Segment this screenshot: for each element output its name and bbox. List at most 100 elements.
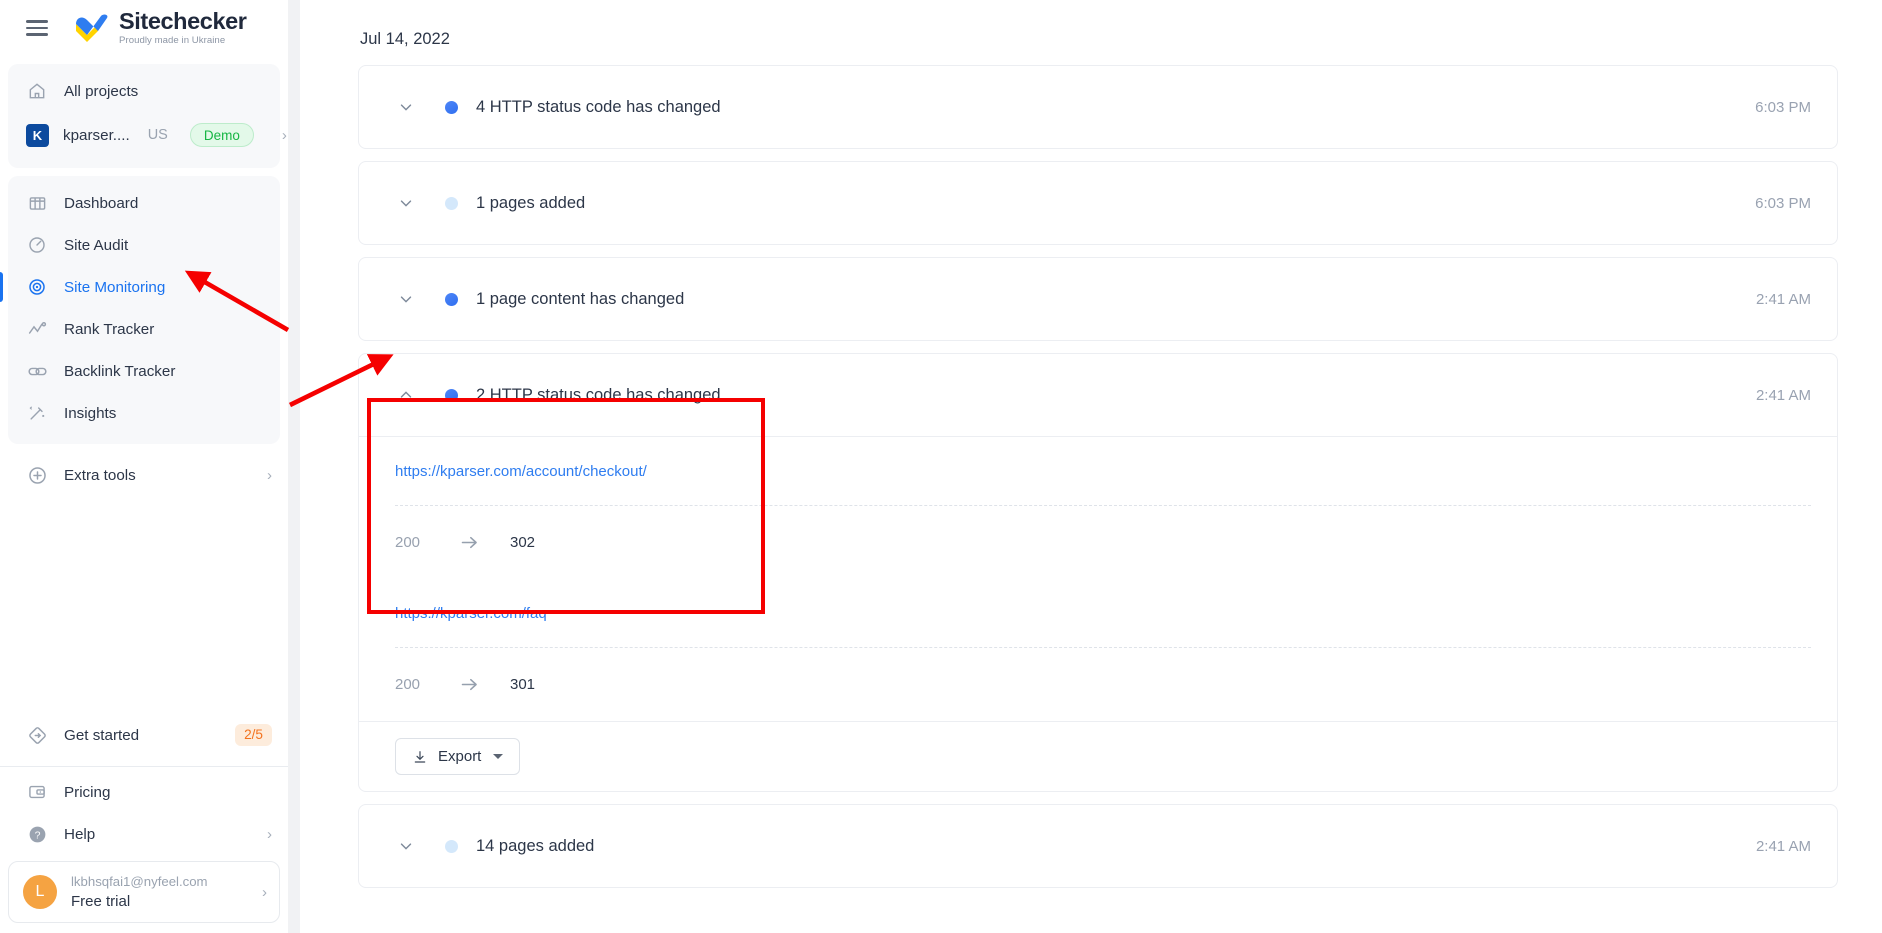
new-status-code: 302 — [510, 534, 536, 551]
chevron-down-icon[interactable] — [395, 290, 417, 308]
detail-url-link[interactable]: https://kparser.com/account/checkout/ — [395, 437, 1811, 505]
status-dot — [445, 388, 458, 402]
question-circle-icon: ? — [26, 823, 48, 845]
event-time: 2:41 AM — [1755, 386, 1811, 404]
event-row-header[interactable]: 4 HTTP status code has changed 6:03 PM — [359, 66, 1837, 148]
magic-wand-icon — [26, 402, 48, 424]
sidebar-item-label: Help — [64, 825, 96, 843]
sidebar-gap — [288, 0, 300, 933]
event-details: https://kparser.com/account/checkout/ 20… — [359, 436, 1837, 721]
sidebar-item-label: Rank Tracker — [64, 320, 155, 338]
project-country: US — [147, 127, 168, 143]
event-row-header[interactable]: 1 page content has changed 2:41 AM — [359, 258, 1837, 340]
app-root: Sitechecker Proudly made in Ukraine All … — [0, 0, 1882, 933]
export-button-label: Export — [438, 748, 482, 765]
event-row-header[interactable]: 1 pages added 6:03 PM — [359, 162, 1837, 244]
event-title: 1 page content has changed — [476, 289, 685, 308]
detail-item: https://kparser.com/faq 200 301 — [359, 579, 1811, 721]
arrow-right-icon — [459, 674, 480, 695]
logo-subtitle: Proudly made in Ukraine — [119, 35, 226, 47]
sidebar-item-label: Insights — [64, 404, 117, 422]
event-time: 2:41 AM — [1755, 837, 1811, 855]
sidebar-item-all-projects[interactable]: All projects — [8, 70, 280, 112]
sidebar-item-extra-tools[interactable]: Extra tools › — [0, 454, 288, 496]
sidebar-item-label: Site Audit — [64, 236, 129, 254]
sitechecker-logo-icon — [74, 13, 110, 43]
status-dot — [445, 292, 458, 306]
sidebar-divider — [0, 766, 288, 767]
user-account-card[interactable]: L lkbhsqfai1@nyfeel.com Free trial › — [8, 861, 280, 923]
status-dot — [445, 196, 458, 210]
sidebar-project-selector[interactable]: K kparser.... US Demo › — [8, 112, 287, 158]
chevron-down-icon[interactable] — [395, 98, 417, 116]
sidebar-item-site-monitoring[interactable]: Site Monitoring — [0, 266, 280, 308]
event-time: 6:03 PM — [1755, 194, 1811, 212]
old-status-code: 200 — [395, 534, 421, 551]
sidebar-item-help[interactable]: ? Help › — [0, 813, 288, 855]
event-time: 2:41 AM — [1755, 290, 1811, 308]
logo-title: Sitechecker — [119, 7, 247, 34]
chevron-up-icon[interactable] — [395, 386, 417, 404]
main-content: Jul 14, 2022 4 HTTP status code has chan… — [300, 0, 1882, 933]
sidebar: Sitechecker Proudly made in Ukraine All … — [0, 0, 288, 933]
app-logo[interactable]: Sitechecker Proudly made in Ukraine — [74, 7, 247, 47]
sidebar-item-backlink-tracker[interactable]: Backlink Tracker — [8, 350, 280, 392]
status-dot — [445, 100, 458, 114]
signpost-icon — [26, 724, 48, 746]
old-status-code: 200 — [395, 676, 421, 693]
event-row-header[interactable]: 14 pages added 2:41 AM — [359, 805, 1837, 887]
gauge-icon — [26, 234, 48, 256]
sidebar-item-label: Site Monitoring — [64, 278, 166, 296]
active-indicator — [0, 272, 4, 302]
home-icon — [26, 80, 48, 102]
avatar: L — [23, 875, 57, 909]
status-code-change: 200 301 — [395, 648, 1811, 721]
dashboard-icon — [26, 192, 48, 214]
chevron-down-icon[interactable] — [395, 194, 417, 212]
project-avatar: K — [26, 123, 49, 147]
chevron-right-icon[interactable]: › — [267, 468, 272, 483]
project-name: kparser.... — [63, 126, 130, 144]
sidebar-item-insights[interactable]: Insights — [8, 392, 280, 434]
project-demo-badge: Demo — [189, 123, 254, 147]
sidebar-item-pricing[interactable]: Pricing — [0, 771, 288, 813]
download-icon — [412, 749, 428, 765]
sidebar-item-label: Get started — [64, 726, 140, 744]
chevron-right-icon[interactable]: › — [262, 885, 267, 900]
chevron-right-icon[interactable]: › — [267, 827, 272, 842]
wallet-icon — [26, 781, 48, 803]
event-card-expanded: 2 HTTP status code has changed 2:41 AM h… — [358, 353, 1838, 792]
link-icon — [26, 360, 48, 382]
export-button[interactable]: Export — [395, 738, 521, 775]
sidebar-item-rank-tracker[interactable]: Rank Tracker — [8, 308, 280, 350]
chevron-down-icon[interactable] — [493, 754, 504, 759]
event-title: 14 pages added — [476, 836, 595, 855]
status-code-change: 200 302 — [395, 506, 1811, 579]
sidebar-item-dashboard[interactable]: Dashboard — [8, 182, 280, 224]
sidebar-primary-panel: All projects K kparser.... US Demo › — [8, 64, 287, 168]
status-dot — [445, 839, 458, 853]
event-title: 1 pages added — [476, 193, 586, 212]
sidebar-item-label: All projects — [64, 82, 139, 100]
user-email: lkbhsqfai1@nyfeel.com — [71, 874, 208, 889]
chevron-down-icon[interactable] — [395, 837, 417, 855]
detail-url-link[interactable]: https://kparser.com/faq — [395, 579, 1811, 647]
export-bar: Export — [359, 721, 1837, 791]
date-header: Jul 14, 2022 — [360, 30, 450, 48]
event-time: 6:03 PM — [1755, 98, 1811, 116]
sidebar-item-label: Pricing — [64, 783, 111, 801]
chart-line-icon — [26, 318, 48, 340]
sidebar-item-get-started[interactable]: Get started 2/5 — [0, 714, 288, 756]
sidebar-item-site-audit[interactable]: Site Audit — [8, 224, 280, 266]
new-status-code: 301 — [510, 676, 536, 693]
event-title: 4 HTTP status code has changed — [476, 97, 721, 116]
sidebar-nav-panel: Dashboard Site Audit Site Monitoring Ran… — [0, 176, 280, 444]
event-row-header[interactable]: 2 HTTP status code has changed 2:41 AM — [359, 354, 1837, 436]
chevron-right-icon[interactable]: › — [282, 128, 287, 143]
sidebar-header: Sitechecker Proudly made in Ukraine — [0, 0, 288, 56]
event-card: 1 pages added 6:03 PM — [358, 161, 1838, 245]
event-card: 1 page content has changed 2:41 AM — [358, 257, 1838, 341]
svg-text:?: ? — [34, 829, 40, 841]
sidebar-item-label: Extra tools — [64, 466, 136, 484]
hamburger-icon[interactable] — [26, 20, 48, 36]
